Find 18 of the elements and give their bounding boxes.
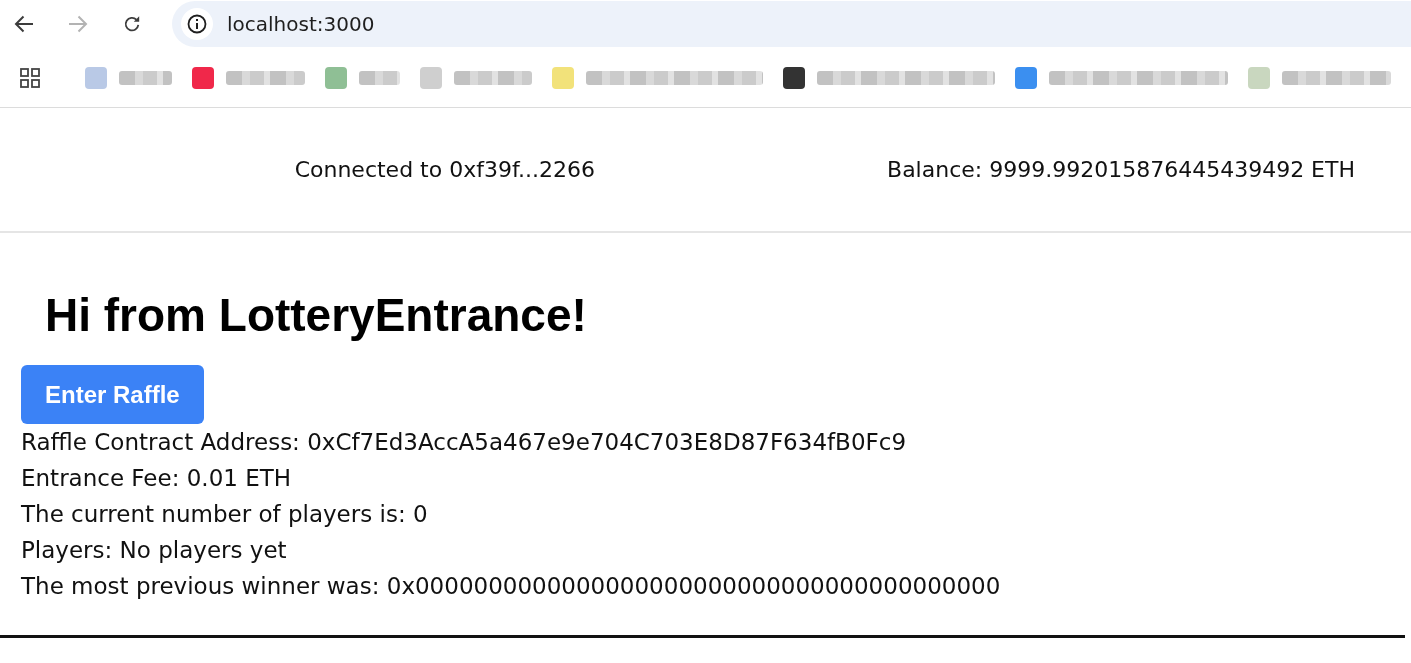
apps-grid-icon[interactable] bbox=[20, 67, 40, 88]
url-text: localhost:3000 bbox=[227, 12, 375, 36]
connected-account-text: Connected to 0xf39f...2266 bbox=[294, 157, 596, 182]
back-icon[interactable] bbox=[14, 15, 34, 33]
entrance-fee-text: Entrance Fee: 0.01 ETH bbox=[21, 464, 292, 493]
previous-winner-text: The most previous winner was: 0x0000000000000000000000000000000000000000 bbox=[21, 572, 1001, 601]
favicon-icon[interactable] bbox=[783, 66, 805, 89]
contract-address-text: Raffle Contract Address: 0xCf7Ed3AccA5a467e9e704C703E8D87F634fB0Fc9 bbox=[21, 428, 907, 457]
page-heading: Hi from LotteryEntrance! bbox=[45, 288, 587, 343]
players-text: Players: No players yet bbox=[21, 536, 287, 565]
reload-icon[interactable] bbox=[122, 15, 142, 33]
info-icon[interactable] bbox=[181, 8, 213, 40]
blurred-label bbox=[119, 70, 172, 85]
address-bar[interactable]: localhost:3000 bbox=[172, 1, 1411, 47]
blurred-label bbox=[359, 70, 400, 85]
player-count-text: The current number of players is: 0 bbox=[21, 500, 428, 529]
balance-text: Balance: 9999.992015876445439492 ETH bbox=[887, 157, 1355, 182]
enter-raffle-button[interactable]: Enter Raffle bbox=[21, 365, 204, 424]
